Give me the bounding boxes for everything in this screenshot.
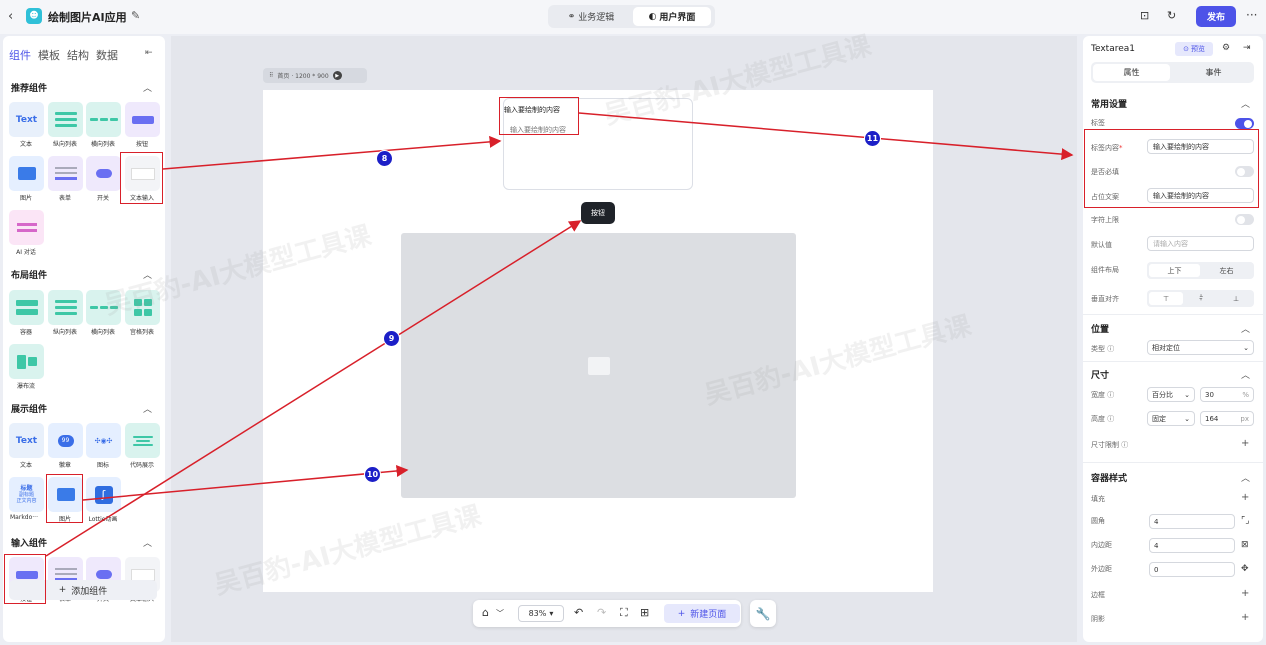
annotation-badge-11: 11	[864, 130, 881, 147]
annotation-badge-10: 10	[364, 466, 381, 483]
annotation-badge-9: 9	[383, 330, 400, 347]
annotation-arrows	[45, 112, 1074, 557]
annotation-badge-8: 8	[376, 150, 393, 167]
